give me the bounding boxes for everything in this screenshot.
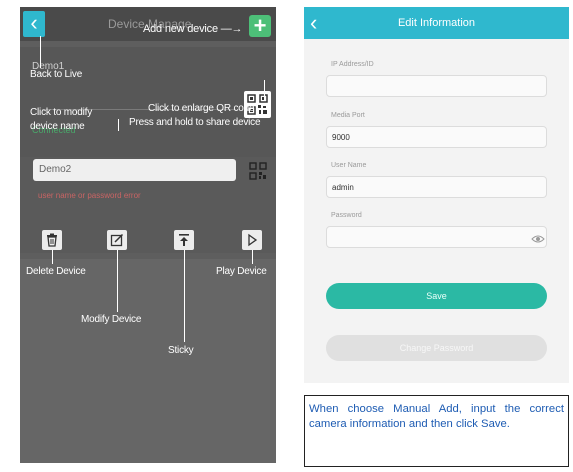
- play-device-button[interactable]: [242, 230, 262, 250]
- qr-code-icon: [249, 162, 267, 180]
- ip-address-label: IP Address/ID: [331, 61, 374, 68]
- trash-icon: [47, 233, 57, 247]
- annotation-modify-name-line1: Click to modify: [30, 107, 93, 118]
- password-label: Password: [331, 212, 362, 219]
- delete-device-button[interactable]: [42, 230, 62, 250]
- play-icon: [248, 233, 258, 247]
- qr-code-button[interactable]: [249, 162, 267, 180]
- instruction-caption: When choose Manual Add, input the correc…: [304, 395, 569, 467]
- pin-icon: [179, 234, 189, 246]
- media-port-field[interactable]: 9000: [326, 126, 547, 148]
- add-device-button[interactable]: +: [249, 15, 271, 37]
- annotation-line: [264, 80, 265, 100]
- save-button[interactable]: Save: [326, 283, 547, 309]
- annotation-enlarge-qr: Click to enlarge QR code: [148, 103, 255, 114]
- back-to-live-button[interactable]: ‹: [23, 11, 45, 37]
- change-password-button[interactable]: Change Password: [326, 335, 547, 361]
- user-name-label: User Name: [331, 162, 367, 169]
- annotation-line: [118, 119, 119, 131]
- edit-information-header: ‹ Edit Information: [304, 7, 569, 39]
- annotation-modify-name-line2: device name: [30, 121, 85, 132]
- annotation-line: [184, 250, 185, 342]
- sticky-button[interactable]: [174, 230, 194, 250]
- chevron-left-icon: ‹: [30, 10, 38, 35]
- device-name-input[interactable]: Demo2: [33, 159, 236, 181]
- annotation-add-new-device: Add new device —→: [143, 23, 243, 35]
- eye-icon[interactable]: [531, 234, 545, 244]
- annotation-press-and-hold: Press and hold to share device: [129, 117, 261, 128]
- annotation-back-to-live: Back to Live: [30, 69, 83, 80]
- empty-list-area: [20, 259, 276, 463]
- annotation-delete-device: Delete Device: [26, 266, 86, 277]
- ip-address-field[interactable]: [326, 75, 547, 97]
- error-message: user name or password error: [38, 191, 141, 200]
- annotation-line: [117, 250, 118, 312]
- media-port-label: Media Port: [331, 112, 365, 119]
- annotation-sticky: Sticky: [168, 345, 194, 356]
- modify-device-button[interactable]: [107, 230, 127, 250]
- plus-icon: +: [253, 13, 267, 38]
- edit-icon: [110, 233, 124, 247]
- annotation-line: [40, 36, 41, 68]
- annotation-line: [252, 250, 253, 264]
- annotation-modify-device: Modify Device: [81, 314, 142, 325]
- annotation-play-device: Play Device: [216, 266, 267, 277]
- password-field[interactable]: [326, 226, 547, 248]
- edit-information-screen: ‹ Edit Information IP Address/ID Media P…: [304, 7, 569, 383]
- user-name-field[interactable]: admin: [326, 176, 547, 198]
- annotation-line: [52, 250, 53, 264]
- page-title: Edit Information: [397, 17, 476, 29]
